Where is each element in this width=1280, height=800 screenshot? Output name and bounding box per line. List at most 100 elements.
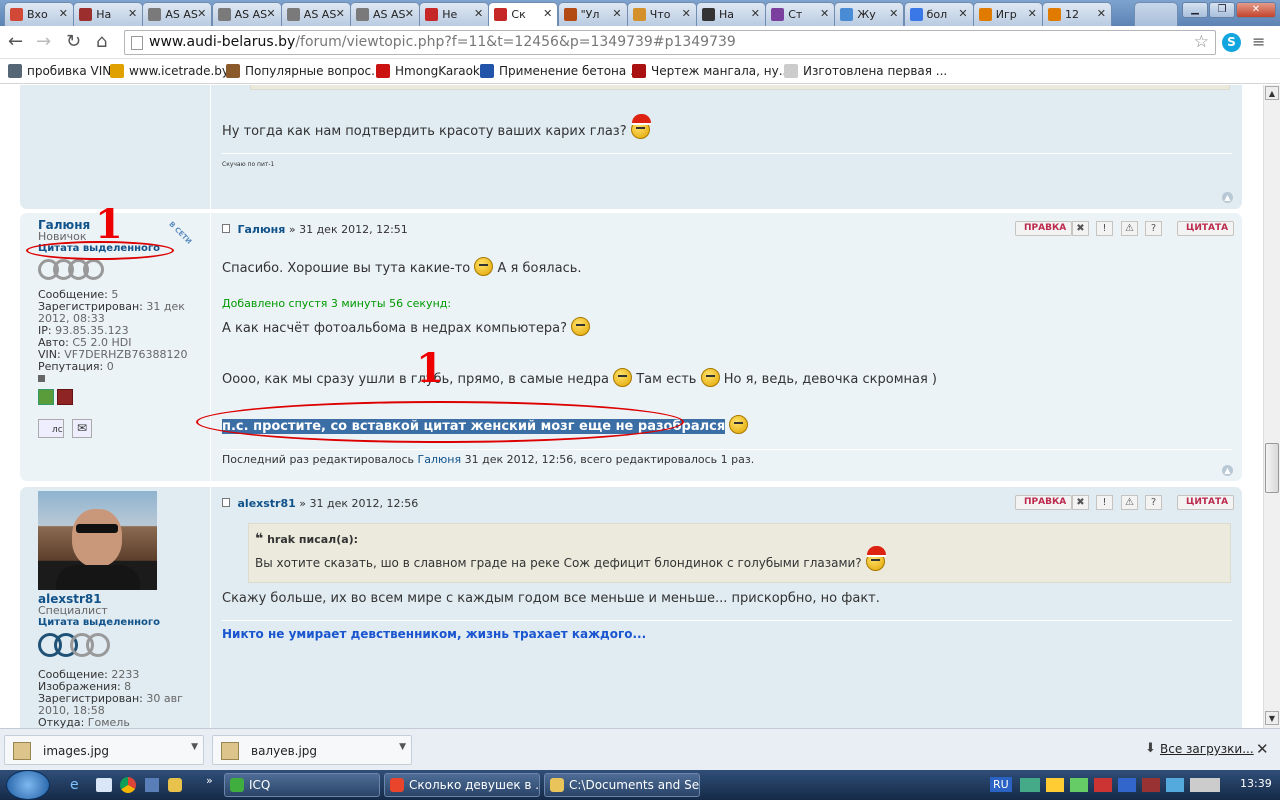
mail-icon[interactable] xyxy=(96,778,112,792)
warn-icon[interactable]: ! xyxy=(1096,221,1113,236)
reload-icon[interactable]: ↻ xyxy=(66,32,81,52)
bookmark-item[interactable]: пробивка VIN xyxy=(8,64,111,78)
tab-close-icon[interactable]: ✕ xyxy=(682,7,691,20)
tab-close-icon[interactable]: ✕ xyxy=(59,7,68,20)
post-author-link[interactable]: Галюня xyxy=(238,223,286,236)
close-window-button[interactable]: ✕ xyxy=(1236,2,1276,18)
bookmark-item[interactable]: www.icetrade.by xyxy=(110,64,229,78)
bookmark-item[interactable]: Популярные вопрос... xyxy=(226,64,383,78)
delete-icon[interactable]: ✖ xyxy=(1072,221,1089,236)
browser-tab[interactable]: На ✕ xyxy=(73,2,144,26)
warn-icon[interactable]: ! xyxy=(1096,495,1113,510)
thumbs-down-icon[interactable] xyxy=(57,389,73,405)
quote-button[interactable]: ЦИТАТА xyxy=(1177,495,1235,510)
all-downloads-link[interactable]: Все загрузки... xyxy=(1160,742,1254,756)
report-icon[interactable]: ⚠ xyxy=(1121,495,1138,510)
taskbar-label: ICQ xyxy=(249,778,271,792)
edit-label: ПРАВКА xyxy=(1024,223,1067,233)
browser-tab[interactable]: Не ✕ xyxy=(419,2,490,26)
tab-close-icon[interactable]: ✕ xyxy=(543,7,552,20)
back-to-top-icon[interactable]: ▲ xyxy=(1222,192,1233,203)
taskbar-window[interactable]: Сколько девушек в ... xyxy=(384,773,540,797)
edit-notice-user[interactable]: Галюня xyxy=(418,453,462,466)
start-button[interactable] xyxy=(6,770,50,800)
tab-close-icon[interactable]: ✕ xyxy=(751,7,760,20)
browser-tab[interactable]: Игр ✕ xyxy=(972,2,1043,26)
browser-tab[interactable]: AS AS ✕ xyxy=(211,2,282,26)
wrench-menu-icon[interactable]: ≡ xyxy=(1252,32,1265,51)
tab-close-icon[interactable]: ✕ xyxy=(820,7,829,20)
chevron-down-icon[interactable]: ▼ xyxy=(191,742,198,752)
post-author-link[interactable]: alexstr81 xyxy=(238,497,296,510)
browser-tab[interactable]: бол ✕ xyxy=(903,2,974,26)
home-icon[interactable]: ⌂ xyxy=(96,32,107,52)
bookmark-item[interactable]: Изготовлена первая ... xyxy=(784,64,947,78)
clock[interactable]: 13:39 xyxy=(1240,777,1272,790)
quote-button[interactable]: ЦИТАТА xyxy=(1177,221,1235,236)
email-icon[interactable]: ✉ xyxy=(72,419,92,438)
tab-close-icon[interactable]: ✕ xyxy=(128,7,137,20)
language-indicator[interactable]: RU xyxy=(990,777,1012,792)
scroll-thumb[interactable] xyxy=(1265,443,1279,493)
browser-tab[interactable]: Ск ✕ xyxy=(488,2,559,27)
tools-icon[interactable] xyxy=(168,778,182,792)
tab-label: AS AS xyxy=(165,8,198,21)
tab-close-icon[interactable]: ✕ xyxy=(266,7,275,20)
delete-icon[interactable]: ✖ xyxy=(1072,495,1089,510)
quote-block: ❝ hrak писал(а): Вы хотите сказать, шо в… xyxy=(248,523,1231,583)
browser-tab[interactable]: AS AS ✕ xyxy=(280,2,351,26)
minimize-button[interactable]: ▁ xyxy=(1182,2,1208,18)
maximize-button[interactable]: ❐ xyxy=(1209,2,1235,18)
tab-close-icon[interactable]: ✕ xyxy=(474,7,483,20)
back-icon[interactable]: ← xyxy=(8,32,23,52)
download-item[interactable]: валуев.jpg ▼ xyxy=(212,735,412,765)
address-bar[interactable]: www.audi-belarus.by/forum/viewtopic.php?… xyxy=(124,30,1216,55)
browser-tab[interactable]: Вхо ✕ xyxy=(4,2,74,26)
jpg-file-icon xyxy=(13,742,31,760)
browser-tab[interactable]: AS AS ✕ xyxy=(142,2,213,26)
browser-tab[interactable]: "Ул ✕ xyxy=(557,2,628,26)
tab-close-icon[interactable]: ✕ xyxy=(889,7,898,20)
tab-close-icon[interactable]: ✕ xyxy=(612,7,621,20)
forward-icon[interactable]: → xyxy=(36,32,51,52)
download-item[interactable]: images.jpg ▼ xyxy=(4,735,204,765)
tab-close-icon[interactable]: ✕ xyxy=(197,7,206,20)
thumbs-up-icon[interactable] xyxy=(38,389,54,405)
taskbar-window[interactable]: ICQ xyxy=(224,773,380,797)
profile-stats: Сообщение: 2233 Изображения: 8 Зарегистрир… xyxy=(38,669,210,729)
ie-icon[interactable]: e xyxy=(70,777,79,793)
bookmark-item[interactable]: HmongKaraoke xyxy=(376,64,487,78)
browser-tab[interactable]: Ст ✕ xyxy=(765,2,836,26)
tab-close-icon[interactable]: ✕ xyxy=(1097,7,1106,20)
edit-button[interactable]: ПРАВКА xyxy=(1015,221,1073,236)
info-icon[interactable]: ? xyxy=(1145,221,1162,236)
page-scrollbar[interactable]: ▲ ▼ xyxy=(1263,85,1280,728)
report-icon[interactable]: ⚠ xyxy=(1121,221,1138,236)
tab-close-icon[interactable]: ✕ xyxy=(336,7,345,20)
scroll-up-icon[interactable]: ▲ xyxy=(1265,86,1279,100)
bookmark-item[interactable]: Чертеж мангала, ну... xyxy=(632,64,790,78)
tab-close-icon[interactable]: ✕ xyxy=(405,7,414,20)
browser-tab[interactable]: AS AS ✕ xyxy=(350,2,420,26)
scroll-down-icon[interactable]: ▼ xyxy=(1265,711,1279,725)
more-icon[interactable]: » xyxy=(206,774,213,787)
close-shelf-icon[interactable]: ✕ xyxy=(1256,740,1269,758)
chrome-icon[interactable] xyxy=(120,777,136,793)
pm-button[interactable]: лс xyxy=(38,419,64,438)
browser-tab[interactable]: 12 ✕ xyxy=(1042,2,1112,26)
taskbar-window[interactable]: C:\Documents and Set... xyxy=(544,773,700,797)
tab-close-icon[interactable]: ✕ xyxy=(1028,7,1037,20)
disk-icon[interactable] xyxy=(145,778,159,792)
bookmark-item[interactable]: Применение бетона ... xyxy=(480,64,642,78)
browser-tab[interactable]: Что ✕ xyxy=(626,2,697,26)
tab-close-icon[interactable]: ✕ xyxy=(958,7,967,20)
browser-tab[interactable]: Жу ✕ xyxy=(834,2,905,26)
edit-button[interactable]: ПРАВКА xyxy=(1015,495,1073,510)
back-to-top-icon[interactable]: ▲ xyxy=(1222,465,1233,476)
chevron-down-icon[interactable]: ▼ xyxy=(399,742,406,752)
skype-icon[interactable]: S xyxy=(1222,33,1241,52)
new-tab-button[interactable] xyxy=(1134,2,1178,26)
browser-tab[interactable]: На ✕ xyxy=(696,2,766,26)
bookmark-star-icon[interactable]: ☆ xyxy=(1194,32,1209,52)
info-icon[interactable]: ? xyxy=(1145,495,1162,510)
